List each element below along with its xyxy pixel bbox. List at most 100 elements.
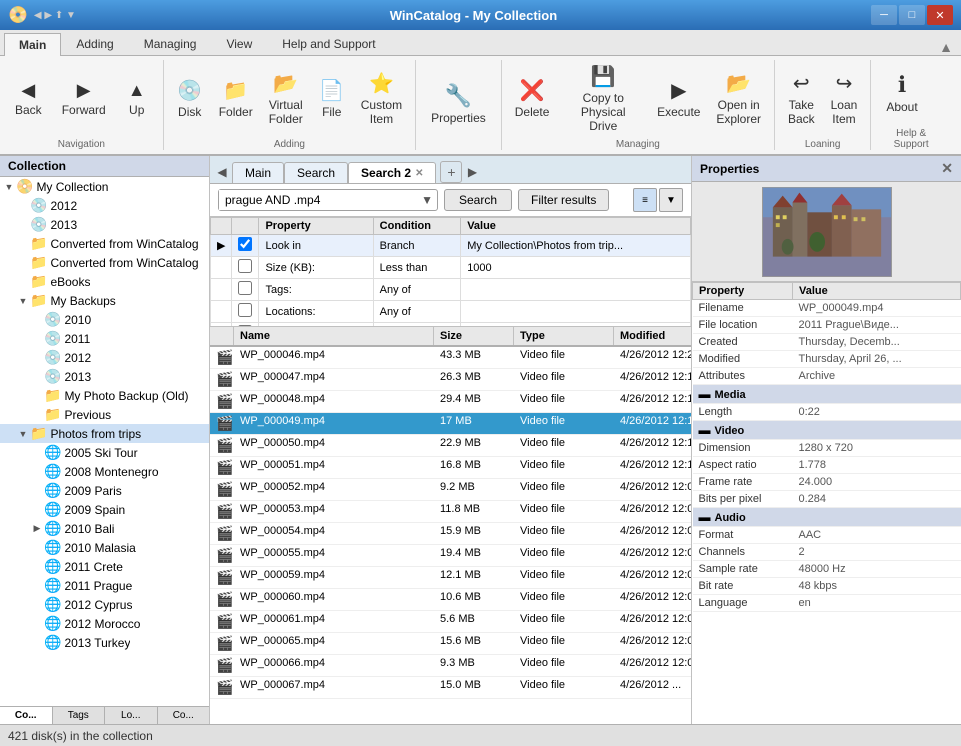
props-section-media[interactable]: ▬Media	[693, 385, 961, 404]
filter-checkbox[interactable]	[238, 259, 252, 273]
minimize-button[interactable]: ─	[871, 5, 897, 25]
tree-item-my_photo_backup[interactable]: 📁My Photo Backup (Old)	[0, 386, 209, 405]
forward-button[interactable]: ▶ Forward	[53, 76, 115, 121]
tree-item-2005_ski[interactable]: 🌐2005 Ski Tour	[0, 443, 209, 462]
tree-item-2013a[interactable]: 💿2013	[0, 215, 209, 234]
view-options-button[interactable]: ▼	[659, 188, 683, 212]
file-list[interactable]: Name Size Type Modified 🎬 WP_000046.mp4 …	[210, 327, 691, 724]
filter-row[interactable]: Locations: Any of	[211, 301, 691, 323]
tab-adding[interactable]: Adding	[61, 32, 128, 55]
tab-search2-close[interactable]: ✕	[415, 168, 423, 179]
filter-results-button[interactable]: Filter results	[518, 189, 609, 211]
tree-item-2011_crete[interactable]: 🌐2011 Crete	[0, 557, 209, 576]
tree-item-my_backups[interactable]: ▼📁My Backups	[0, 291, 209, 310]
file-list-row[interactable]: 🎬 WP_000051.mp4 16.8 MB Video file 4/26/…	[210, 457, 691, 479]
tab-search[interactable]: Search	[284, 162, 348, 183]
file-list-row[interactable]: 🎬 WP_000061.mp4 5.6 MB Video file 4/26/2…	[210, 611, 691, 633]
file-list-row[interactable]: 🎬 WP_000059.mp4 12.1 MB Video file 4/26/…	[210, 567, 691, 589]
tree-item-2012_cyprus[interactable]: 🌐2012 Cyprus	[0, 595, 209, 614]
tree-item-2012a[interactable]: 💿2012	[0, 196, 209, 215]
filter-row-check[interactable]	[232, 301, 259, 323]
props-section-video[interactable]: ▬Video	[693, 421, 961, 440]
tab-main[interactable]: Main	[4, 33, 61, 56]
view-list-button[interactable]: ≡	[633, 188, 657, 212]
col-type[interactable]: Type	[514, 327, 614, 345]
tree-item-previous[interactable]: 📁Previous	[0, 405, 209, 424]
tree-item-2010_malasia[interactable]: 🌐2010 Malasia	[0, 538, 209, 557]
tree-item-2008_montenegro[interactable]: 🌐2008 Montenegro	[0, 462, 209, 481]
tab-add-button[interactable]: +	[440, 161, 462, 183]
sidebar-tree[interactable]: ▼📀My Collection💿2012💿2013📁Converted from…	[0, 177, 209, 706]
tree-item-2013_turkey[interactable]: 🌐2013 Turkey	[0, 633, 209, 652]
file-list-row[interactable]: 🎬 WP_000046.mp4 43.3 MB Video file 4/26/…	[210, 347, 691, 369]
filter-checkbox[interactable]	[238, 281, 252, 295]
tree-item-2013b[interactable]: 💿2013	[0, 367, 209, 386]
filter-row-check[interactable]	[232, 235, 259, 257]
file-list-row[interactable]: 🎬 WP_000066.mp4 9.3 MB Video file 4/26/2…	[210, 655, 691, 677]
close-button[interactable]: ✕	[927, 5, 953, 25]
col-size[interactable]: Size	[434, 327, 514, 345]
file-list-row[interactable]: 🎬 WP_000065.mp4 15.6 MB Video file 4/26/…	[210, 633, 691, 655]
tree-item-photos_from_trips[interactable]: ▼📁Photos from trips	[0, 424, 209, 443]
tab-help[interactable]: Help and Support	[267, 32, 390, 55]
tree-item-2009_spain[interactable]: 🌐2009 Spain	[0, 500, 209, 519]
copy-to-drive-button[interactable]: 💾 Copy toPhysical Drive	[558, 60, 648, 137]
file-list-row[interactable]: 🎬 WP_000067.mp4 15.0 MB Video file 4/26/…	[210, 677, 691, 699]
file-button[interactable]: 📄 File	[312, 74, 352, 123]
file-list-row[interactable]: 🎬 WP_000054.mp4 15.9 MB Video file 4/26/…	[210, 523, 691, 545]
loan-item-button[interactable]: ↪ LoanItem	[824, 67, 865, 130]
file-list-row[interactable]: 🎬 WP_000048.mp4 29.4 MB Video file 4/26/…	[210, 391, 691, 413]
properties-button[interactable]: 🔧 Properties	[422, 79, 495, 129]
tree-item-ebooks[interactable]: 📁eBooks	[0, 272, 209, 291]
file-list-row[interactable]: 🎬 WP_000055.mp4 19.4 MB Video file 4/26/…	[210, 545, 691, 567]
file-list-row[interactable]: 🎬 WP_000053.mp4 11.8 MB Video file 4/26/…	[210, 501, 691, 523]
ribbon-collapse-icon[interactable]: ▲	[939, 39, 953, 55]
sidebar-tab-tags[interactable]: Tags	[53, 707, 106, 724]
sidebar-tab-collection[interactable]: Co...	[0, 707, 53, 724]
tree-item-2010b[interactable]: 💿2010	[0, 310, 209, 329]
tab-managing[interactable]: Managing	[129, 32, 212, 55]
filter-row[interactable]: ▶ Look in Branch My Collection\Photos fr…	[211, 235, 691, 257]
virtual-folder-button[interactable]: 📂 VirtualFolder	[262, 67, 310, 130]
file-list-row[interactable]: 🎬 WP_000060.mp4 10.6 MB Video file 4/26/…	[210, 589, 691, 611]
tree-item-2011_prague[interactable]: 🌐2011 Prague	[0, 576, 209, 595]
take-back-button[interactable]: ↩ TakeBack	[781, 67, 822, 130]
tree-item-2012_morocco[interactable]: 🌐2012 Morocco	[0, 614, 209, 633]
search-input[interactable]	[219, 190, 417, 210]
tab-search2[interactable]: Search 2 ✕	[348, 162, 436, 183]
file-list-row[interactable]: 🎬 WP_000047.mp4 26.3 MB Video file 4/26/…	[210, 369, 691, 391]
tab-view[interactable]: View	[211, 32, 267, 55]
tree-item-2012b[interactable]: 💿2012	[0, 348, 209, 367]
filter-row-check[interactable]	[232, 257, 259, 279]
back-button[interactable]: ◀ Back	[6, 76, 51, 121]
tree-item-2009_paris[interactable]: 🌐2009 Paris	[0, 481, 209, 500]
about-button[interactable]: ℹ About	[877, 68, 926, 118]
tree-item-2010_bali[interactable]: ▶🌐2010 Bali	[0, 519, 209, 538]
file-list-row[interactable]: 🎬 WP_000049.mp4 17 MB Video file 4/26/20…	[210, 413, 691, 435]
props-section-header-video[interactable]: ▬Video	[693, 421, 961, 440]
up-button[interactable]: ▲ Up	[117, 76, 157, 121]
custom-item-button[interactable]: ⭐ CustomItem	[354, 67, 409, 130]
file-list-row[interactable]: 🎬 WP_000052.mp4 9.2 MB Video file 4/26/2…	[210, 479, 691, 501]
props-section-header-media[interactable]: ▬Media	[693, 385, 961, 404]
search-button[interactable]: Search	[444, 189, 512, 211]
folder-button[interactable]: 📁 Folder	[212, 74, 260, 123]
filter-checkbox[interactable]	[238, 303, 252, 317]
filter-row[interactable]: Size (KB): Less than 1000	[211, 257, 691, 279]
file-list-row[interactable]: 🎬 WP_000050.mp4 22.9 MB Video file 4/26/…	[210, 435, 691, 457]
maximize-button[interactable]: □	[899, 5, 925, 25]
tree-item-2011b[interactable]: 💿2011	[0, 329, 209, 348]
col-modified[interactable]: Modified	[614, 327, 691, 345]
disk-button[interactable]: 💿 Disk	[170, 74, 210, 123]
props-section-header-audio[interactable]: ▬Audio	[693, 508, 961, 527]
open-explorer-button[interactable]: 📂 Open inExplorer	[709, 67, 768, 130]
props-section-audio[interactable]: ▬Audio	[693, 508, 961, 527]
tree-item-my_collection[interactable]: ▼📀My Collection	[0, 177, 209, 196]
execute-button[interactable]: ▶ Execute	[650, 74, 707, 123]
col-name[interactable]: Name	[234, 327, 434, 345]
search-dropdown-button[interactable]: ▼	[417, 191, 437, 209]
properties-panel-close[interactable]: ✕	[941, 160, 953, 177]
sidebar-tab-co2[interactable]: Co...	[158, 707, 210, 724]
tree-item-converted2[interactable]: 📁Converted from WinCatalog	[0, 253, 209, 272]
filter-row[interactable]: Tags: Any of	[211, 279, 691, 301]
